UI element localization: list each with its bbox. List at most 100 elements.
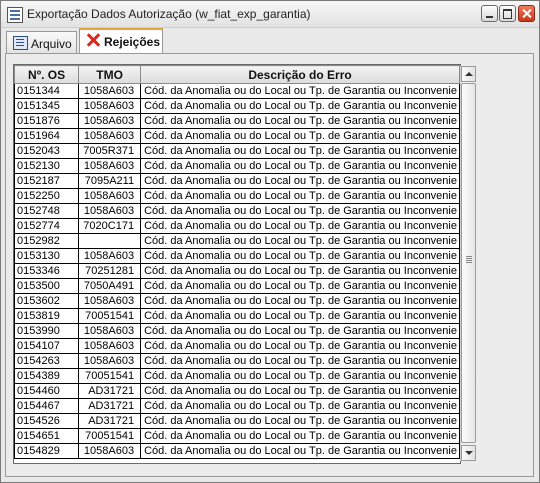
cell-tmo[interactable]: 1058A603 — [78, 158, 142, 174]
cell-os[interactable]: 0152250 — [14, 188, 80, 204]
scroll-thumb[interactable] — [461, 83, 476, 443]
table-row[interactable]: 0151876 1058A603 Cód. da Anomalia ou do Lo… — [14, 113, 460, 129]
tab-rejeicoes[interactable]: Rejeições — [79, 28, 163, 54]
cell-tmo[interactable]: 1058A603 — [78, 353, 142, 369]
table-row[interactable]: 0152187 7095A211 Cód. da Anomalia ou do Lo… — [14, 173, 460, 189]
cell-os[interactable]: 0154389 — [14, 368, 80, 384]
table-row[interactable]: 0151964 1058A603 Cód. da Anomalia ou do Lo… — [14, 128, 460, 144]
cell-descricao[interactable]: Cód. da Anomalia ou do Local ou Tp. de G… — [140, 173, 460, 189]
cell-os[interactable]: 0153500 — [14, 278, 80, 294]
table-row[interactable]: 0153346 70251281 Cód. da Anomalia ou do Lo… — [14, 263, 460, 279]
table-row[interactable]: 0151344 1058A603 Cód. da Anomalia ou do Lo… — [14, 83, 460, 99]
cell-descricao[interactable]: Cód. da Anomalia ou do Local ou Tp. de G… — [140, 383, 460, 399]
cell-tmo[interactable]: 7095A211 — [78, 173, 142, 189]
cell-descricao[interactable]: Cód. da Anomalia ou do Local ou Tp. de G… — [140, 278, 460, 294]
cell-descricao[interactable]: Cód. da Anomalia ou do Local ou Tp. de G… — [140, 398, 460, 414]
cell-os[interactable]: 0151344 — [14, 83, 80, 99]
cell-tmo[interactable]: 1058A603 — [78, 98, 142, 114]
table-row[interactable]: 0152250 1058A603 Cód. da Anomalia ou do Lo… — [14, 188, 460, 204]
scroll-down-button[interactable] — [461, 445, 476, 461]
table-row[interactable]: 0154829 1058A603 Cód. da Anomalia ou do Lo… — [14, 443, 460, 459]
cell-os[interactable]: 0154829 — [14, 443, 80, 459]
cell-descricao[interactable]: Cód. da Anomalia ou do Local ou Tp. de G… — [140, 323, 460, 339]
cell-tmo[interactable]: 1058A603 — [78, 443, 142, 459]
cell-descricao[interactable]: Cód. da Anomalia ou do Local ou Tp. de G… — [140, 158, 460, 174]
table-row[interactable]: 0154460 AD31721 Cód. da Anomalia ou do Loc… — [14, 383, 460, 399]
cell-os[interactable]: 0154107 — [14, 338, 80, 354]
cell-os[interactable]: 0151345 — [14, 98, 80, 114]
scroll-up-button[interactable] — [461, 66, 476, 82]
table-row[interactable]: 0152043 7005R371 Cód. da Anomalia ou do Lo… — [14, 143, 460, 159]
cell-tmo[interactable]: 7020C171 — [78, 218, 142, 234]
cell-descricao[interactable]: Cód. da Anomalia ou do Local ou Tp. de G… — [140, 443, 460, 459]
cell-tmo[interactable]: 1058A603 — [78, 323, 142, 339]
cell-tmo[interactable]: 70051541 — [78, 368, 142, 384]
cell-tmo[interactable]: 1058A603 — [78, 83, 142, 99]
table-row[interactable]: 0151345 1058A603 Cód. da Anomalia ou do Lo… — [14, 98, 460, 114]
cell-descricao[interactable]: Cód. da Anomalia ou do Local ou Tp. de G… — [140, 368, 460, 384]
cell-tmo[interactable]: 1058A603 — [78, 293, 142, 309]
cell-os[interactable]: 0154460 — [14, 383, 80, 399]
cell-descricao[interactable]: Cód. da Anomalia ou do Local ou Tp. de G… — [140, 188, 460, 204]
cell-tmo[interactable]: 1058A603 — [78, 338, 142, 354]
cell-descricao[interactable]: Cód. da Anomalia ou do Local ou Tp. de G… — [140, 248, 460, 264]
cell-descricao[interactable]: Cód. da Anomalia ou do Local ou Tp. de G… — [140, 128, 460, 144]
cell-os[interactable]: 0152043 — [14, 143, 80, 159]
cell-os[interactable]: 0153602 — [14, 293, 80, 309]
cell-descricao[interactable]: Cód. da Anomalia ou do Local ou Tp. de G… — [140, 428, 460, 444]
table-row[interactable]: 0152982 Cód. da Anomalia ou do Local ou T… — [14, 233, 460, 249]
column-header-tmo[interactable]: TMO — [78, 65, 142, 84]
cell-tmo[interactable]: 1058A603 — [78, 128, 142, 144]
close-button[interactable] — [518, 5, 535, 22]
table-row[interactable]: 0153602 1058A603 Cód. da Anomalia ou do Lo… — [14, 293, 460, 309]
cell-descricao[interactable]: Cód. da Anomalia ou do Local ou Tp. de G… — [140, 308, 460, 324]
table-row[interactable]: 0153130 1058A603 Cód. da Anomalia ou do Lo… — [14, 248, 460, 264]
table-row[interactable]: 0154389 70051541 Cód. da Anomalia ou do Lo… — [14, 368, 460, 384]
cell-os[interactable]: 0152187 — [14, 173, 80, 189]
table-row[interactable]: 0153990 1058A603 Cód. da Anomalia ou do Lo… — [14, 323, 460, 339]
cell-os[interactable]: 0154467 — [14, 398, 80, 414]
table-row[interactable]: 0154263 1058A603 Cód. da Anomalia ou do Lo… — [14, 353, 460, 369]
table-row[interactable]: 0152130 1058A603 Cód. da Anomalia ou do Lo… — [14, 158, 460, 174]
cell-descricao[interactable]: Cód. da Anomalia ou do Local ou Tp. de G… — [140, 143, 460, 159]
title-bar[interactable]: Exportação Dados Autorização (w_fiat_exp… — [1, 1, 539, 28]
cell-os[interactable]: 0152748 — [14, 203, 80, 219]
maximize-button[interactable] — [499, 5, 516, 22]
cell-tmo[interactable]: 1058A603 — [78, 248, 142, 264]
table-row[interactable]: 0153819 70051541 Cód. da Anomalia ou do Lo… — [14, 308, 460, 324]
table-row[interactable]: 0154467 AD31721 Cód. da Anomalia ou do Loc… — [14, 398, 460, 414]
cell-tmo[interactable]: 1058A603 — [78, 113, 142, 129]
cell-descricao[interactable]: Cód. da Anomalia ou do Local ou Tp. de G… — [140, 413, 460, 429]
cell-tmo[interactable]: AD31721 — [78, 383, 142, 399]
cell-tmo[interactable] — [78, 233, 142, 249]
minimize-button[interactable] — [481, 5, 498, 22]
cell-tmo[interactable]: 7005R371 — [78, 143, 142, 159]
table-row[interactable]: 0154107 1058A603 Cód. da Anomalia ou do Lo… — [14, 338, 460, 354]
cell-os[interactable]: 0152774 — [14, 218, 80, 234]
cell-descricao[interactable]: Cód. da Anomalia ou do Local ou Tp. de G… — [140, 203, 460, 219]
table-row[interactable]: 0154526 AD31721 Cód. da Anomalia ou do Loc… — [14, 413, 460, 429]
cell-descricao[interactable]: Cód. da Anomalia ou do Local ou Tp. de G… — [140, 83, 460, 99]
cell-os[interactable]: 0153130 — [14, 248, 80, 264]
cell-tmo[interactable]: 1058A603 — [78, 203, 142, 219]
cell-os[interactable]: 0154526 — [14, 413, 80, 429]
cell-tmo[interactable]: 70251281 — [78, 263, 142, 279]
cell-tmo[interactable]: 70051541 — [78, 428, 142, 444]
cell-descricao[interactable]: Cód. da Anomalia ou do Local ou Tp. de G… — [140, 293, 460, 309]
cell-descricao[interactable]: Cód. da Anomalia ou do Local ou Tp. de G… — [140, 98, 460, 114]
cell-descricao[interactable]: Cód. da Anomalia ou do Local ou Tp. de G… — [140, 113, 460, 129]
cell-tmo[interactable]: 1058A603 — [78, 188, 142, 204]
tab-arquivo[interactable]: Arquivo — [6, 31, 77, 53]
cell-os[interactable]: 0153819 — [14, 308, 80, 324]
table-row[interactable]: 0152748 1058A603 Cód. da Anomalia ou do Lo… — [14, 203, 460, 219]
column-header-os[interactable]: Nº. OS — [14, 65, 80, 84]
cell-descricao[interactable]: Cód. da Anomalia ou do Local ou Tp. de G… — [140, 263, 460, 279]
cell-os[interactable]: 0154651 — [14, 428, 80, 444]
cell-descricao[interactable]: Cód. da Anomalia ou do Local ou Tp. de G… — [140, 338, 460, 354]
cell-os[interactable]: 0153990 — [14, 323, 80, 339]
cell-tmo[interactable]: AD31721 — [78, 398, 142, 414]
cell-os[interactable]: 0154263 — [14, 353, 80, 369]
table-row[interactable]: 0153500 7050A491 Cód. da Anomalia ou do Lo… — [14, 278, 460, 294]
cell-tmo[interactable]: 70051541 — [78, 308, 142, 324]
cell-os[interactable]: 0152130 — [14, 158, 80, 174]
